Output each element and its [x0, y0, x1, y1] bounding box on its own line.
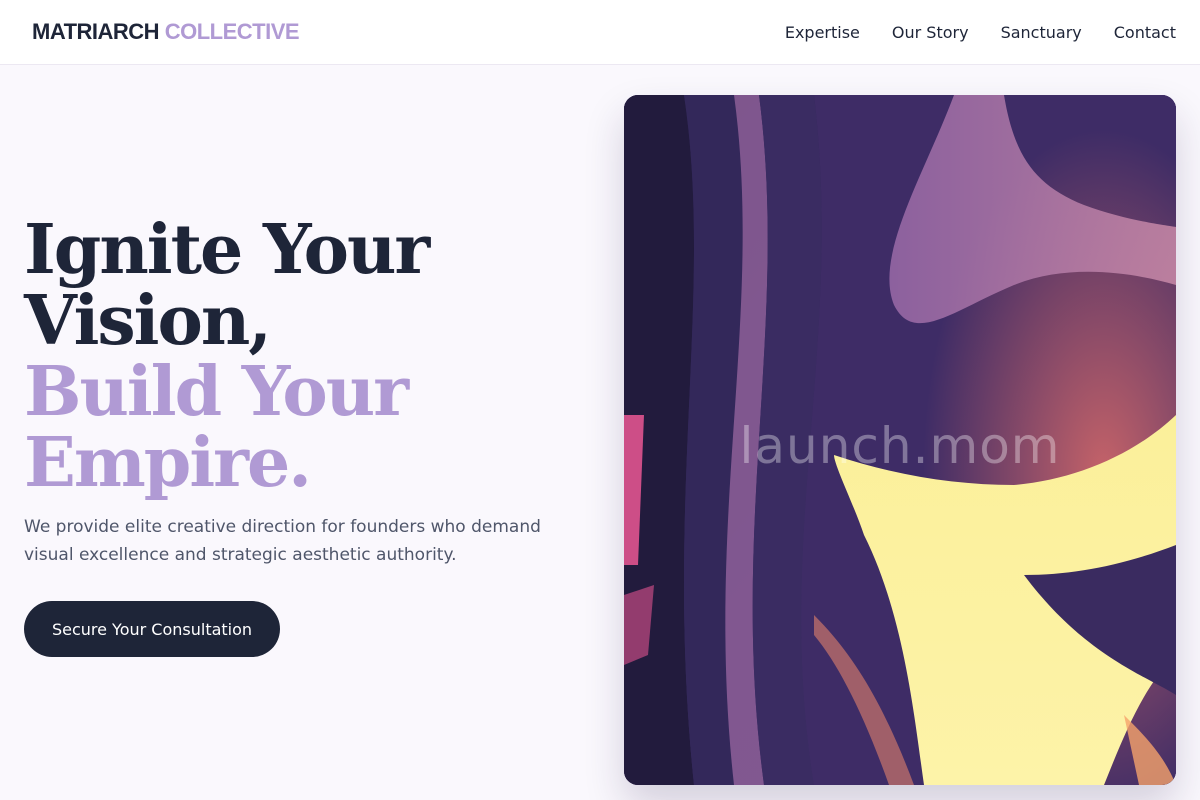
hero-headline: Ignite Your Vision, Build Your Empire. — [24, 215, 584, 499]
brand-logo[interactable]: MATRIARCH COLLECTIVE — [32, 19, 300, 45]
secure-consultation-button[interactable]: Secure Your Consultation — [24, 601, 280, 657]
hero-section: Ignite Your Vision, Build Your Empire. W… — [24, 215, 584, 657]
headline-line-1: Ignite Your — [24, 210, 430, 290]
hero-artwork: launch.mom — [624, 95, 1176, 785]
abstract-artwork-image — [624, 95, 1176, 785]
headline-line-4: Empire. — [24, 423, 312, 503]
nav-link-contact[interactable]: Contact — [1114, 23, 1176, 42]
nav-link-expertise[interactable]: Expertise — [785, 23, 860, 42]
hero-subtext: We provide elite creative direction for … — [24, 517, 541, 565]
nav-link-our-story[interactable]: Our Story — [892, 23, 969, 42]
main-nav: Expertise Our Story Sanctuary Contact — [785, 23, 1176, 42]
brand-name-accent: COLLECTIVE — [164, 19, 300, 44]
headline-line-3: Build Your — [24, 352, 409, 432]
nav-link-sanctuary[interactable]: Sanctuary — [1001, 23, 1082, 42]
site-header: MATRIARCH COLLECTIVE Expertise Our Story… — [0, 0, 1200, 65]
headline-line-2: Vision, — [24, 281, 272, 361]
brand-name-primary: MATRIARCH — [32, 19, 160, 44]
